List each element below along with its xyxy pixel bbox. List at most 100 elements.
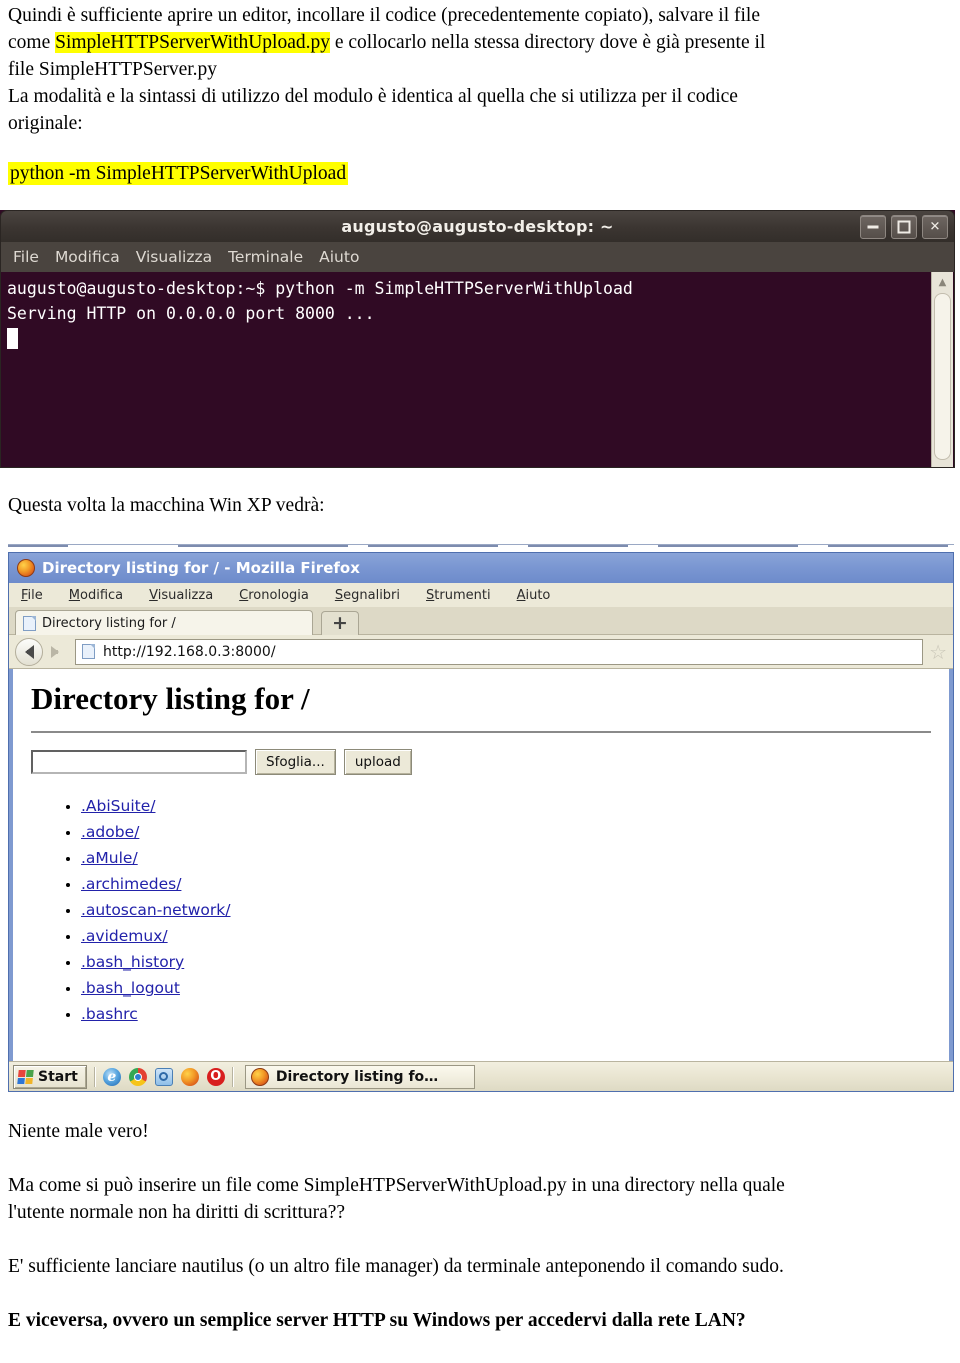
upload-button[interactable]: upload [343,749,412,775]
terminal-scrollbar[interactable]: ▲ [931,272,953,467]
browser-menu-strumenti-rest: trumenti [434,587,491,603]
opera-icon[interactable]: O [206,1067,225,1086]
dir-link-archimedes[interactable]: .archimedes/ [81,875,181,893]
page-content: Directory listing for / Sfoglia... uploa… [9,669,953,1067]
terminal-menu-file[interactable]: File [13,248,39,266]
terminal-line-serving: Serving HTTP on 0.0.0.0 port 8000 ... [7,304,375,323]
filename-highlight: SimpleHTTPServerWithUpload.py [55,32,330,53]
dir-link-amule[interactable]: .aMule/ [81,849,138,867]
dir-link-adobe[interactable]: .adobe/ [81,823,139,841]
list-item: .autoscan-network/ [81,901,949,920]
intro-line-4: La modalità e la sintassi di utilizzo de… [8,86,738,107]
maximize-button[interactable] [891,215,917,239]
dir-link-bash-logout[interactable]: .bash_logout [81,979,180,997]
outro-line-1: Niente male vero! [8,1121,149,1142]
command-line-callout: python -m SimpleHTTPServerWithUpload [8,160,608,187]
dir-link-autoscan-network[interactable]: .autoscan-network/ [81,901,231,919]
list-item: .avidemux/ [81,927,949,946]
browser-menu-cronologia-rest: ronologia [248,587,309,603]
taskbar-window-button-label: Directory listing fo… [275,1068,439,1085]
browser-screenshot-top-edge [8,544,954,551]
intro-line-5: originale: [8,113,83,134]
chrome-icon[interactable] [128,1067,147,1086]
browse-button[interactable]: Sfoglia... [255,749,336,775]
close-button[interactable]: ✕ [922,215,948,239]
terminal-menu-terminale[interactable]: Terminale [228,248,303,266]
intro-line-2-prefix: come [8,32,56,53]
windows-taskbar: Start e O Directory listing fo… [9,1061,953,1091]
dir-link-avidemux[interactable]: .avidemux/ [81,927,168,945]
terminal-window: augusto@augusto-desktop: ~ ✕ File Modifi… [0,210,955,468]
outro-line-5: E viceversa, ovvero un semplice server H… [8,1310,746,1331]
browser-tabbar: Directory listing for / + [9,607,953,635]
dir-link-bash-history[interactable]: .bash_history [81,953,184,971]
close-icon: ✕ [929,219,941,235]
outro-line-4: E' sufficiente lanciare nautilus (o un a… [8,1256,784,1277]
bookmark-star-icon[interactable]: ☆ [929,642,947,662]
terminal-menu-aiuto[interactable]: Aiuto [319,248,359,266]
browser-menu-modifica[interactable]: Modifica [69,588,123,603]
back-button[interactable] [15,637,43,666]
firefox-icon [250,1067,269,1086]
browser-menubar: File Modifica Visualizza Cronologia Segn… [9,583,953,607]
terminal-menu-modifica[interactable]: Modifica [55,248,120,266]
browser-window-title: Directory listing for / - Mozilla Firefo… [42,559,360,577]
browser-menu-file[interactable]: File [21,588,43,603]
browser-menu-segnalibri-accel: S [334,587,344,603]
browser-menu-cronologia[interactable]: Cronologia [239,588,309,603]
file-path-input[interactable] [31,750,247,774]
browser-menu-modifica-rest: odifica [80,587,124,603]
browser-menu-cronologia-accel: C [239,587,249,603]
terminal-output-area[interactable]: augusto@augusto-desktop:~$ python -m Sim… [0,272,955,468]
browser-menu-segnalibri[interactable]: Segnalibri [335,588,400,603]
terminal-window-controls: ✕ [860,215,948,239]
intro-paragraph: Quindi è sufficiente aprire un editor, i… [8,2,952,137]
firefox-icon[interactable] [180,1067,199,1086]
arrow-right-icon [51,645,59,658]
horizontal-rule [31,731,931,733]
outro-line-2: Ma come si può inserire un file come Sim… [8,1175,785,1196]
browser-menu-visualizza[interactable]: Visualizza [149,588,213,603]
browser-titlebar[interactable]: Directory listing for / - Mozilla Firefo… [9,553,953,583]
scrollbar-thumb[interactable] [934,293,951,460]
blue-app-icon[interactable] [154,1067,173,1086]
browser-menu-segnalibri-rest: egnalibri [343,587,401,603]
list-item: .archimedes/ [81,875,949,894]
page-icon [23,615,36,631]
list-item: .bash_logout [81,979,949,998]
directory-listing: .AbiSuite/ .adobe/ .aMule/ .archimedes/ … [31,797,949,1024]
taskbar-window-button[interactable]: Directory listing fo… [244,1064,475,1089]
url-text: http://192.168.0.3:8000/ [103,643,276,660]
terminal-titlebar[interactable]: augusto@augusto-desktop: ~ ✕ [0,210,955,242]
terminal-title: augusto@augusto-desktop: ~ [341,217,614,236]
internet-explorer-icon[interactable]: e [102,1067,121,1086]
command-highlight: python -m SimpleHTTPServerWithUpload [8,162,349,185]
minimize-button[interactable] [860,215,886,239]
list-item: .AbiSuite/ [81,797,949,816]
url-input[interactable]: http://192.168.0.3:8000/ [75,638,924,665]
browser-menu-strumenti[interactable]: Strumenti [426,588,491,603]
browser-menu-aiuto-rest: iuto [525,587,551,603]
forward-button[interactable] [43,638,67,666]
dir-link-bashrc[interactable]: .bashrc [81,1005,138,1023]
list-item: .bashrc [81,1005,949,1024]
terminal-menu-visualizza[interactable]: Visualizza [136,248,212,266]
firefox-icon [17,559,35,577]
start-button-label: Start [38,1068,78,1085]
browser-tab-directory-listing[interactable]: Directory listing for / [15,610,313,635]
start-button[interactable]: Start [13,1064,87,1089]
browser-navigation-toolbar: http://192.168.0.3:8000/ ☆ [9,635,953,669]
site-identity-icon [82,644,95,659]
outro-line-3: l'utente normale non ha diritti di scrit… [8,1202,346,1223]
browser-menu-modifica-accel: M [68,587,80,603]
list-item: .bash_history [81,953,949,972]
intro-line-2: come SimpleHTTPServerWithUpload.py e col… [8,29,952,56]
terminal-cursor [7,328,18,349]
terminal-menubar: File Modifica Visualizza Terminale Aiuto [0,242,955,272]
scroll-up-icon[interactable]: ▲ [932,272,953,292]
minimize-icon [867,225,879,229]
maximize-icon [897,220,911,234]
new-tab-button[interactable]: + [321,611,359,635]
browser-menu-aiuto[interactable]: Aiuto [517,588,551,603]
dir-link-abisuite[interactable]: .AbiSuite/ [81,797,155,815]
